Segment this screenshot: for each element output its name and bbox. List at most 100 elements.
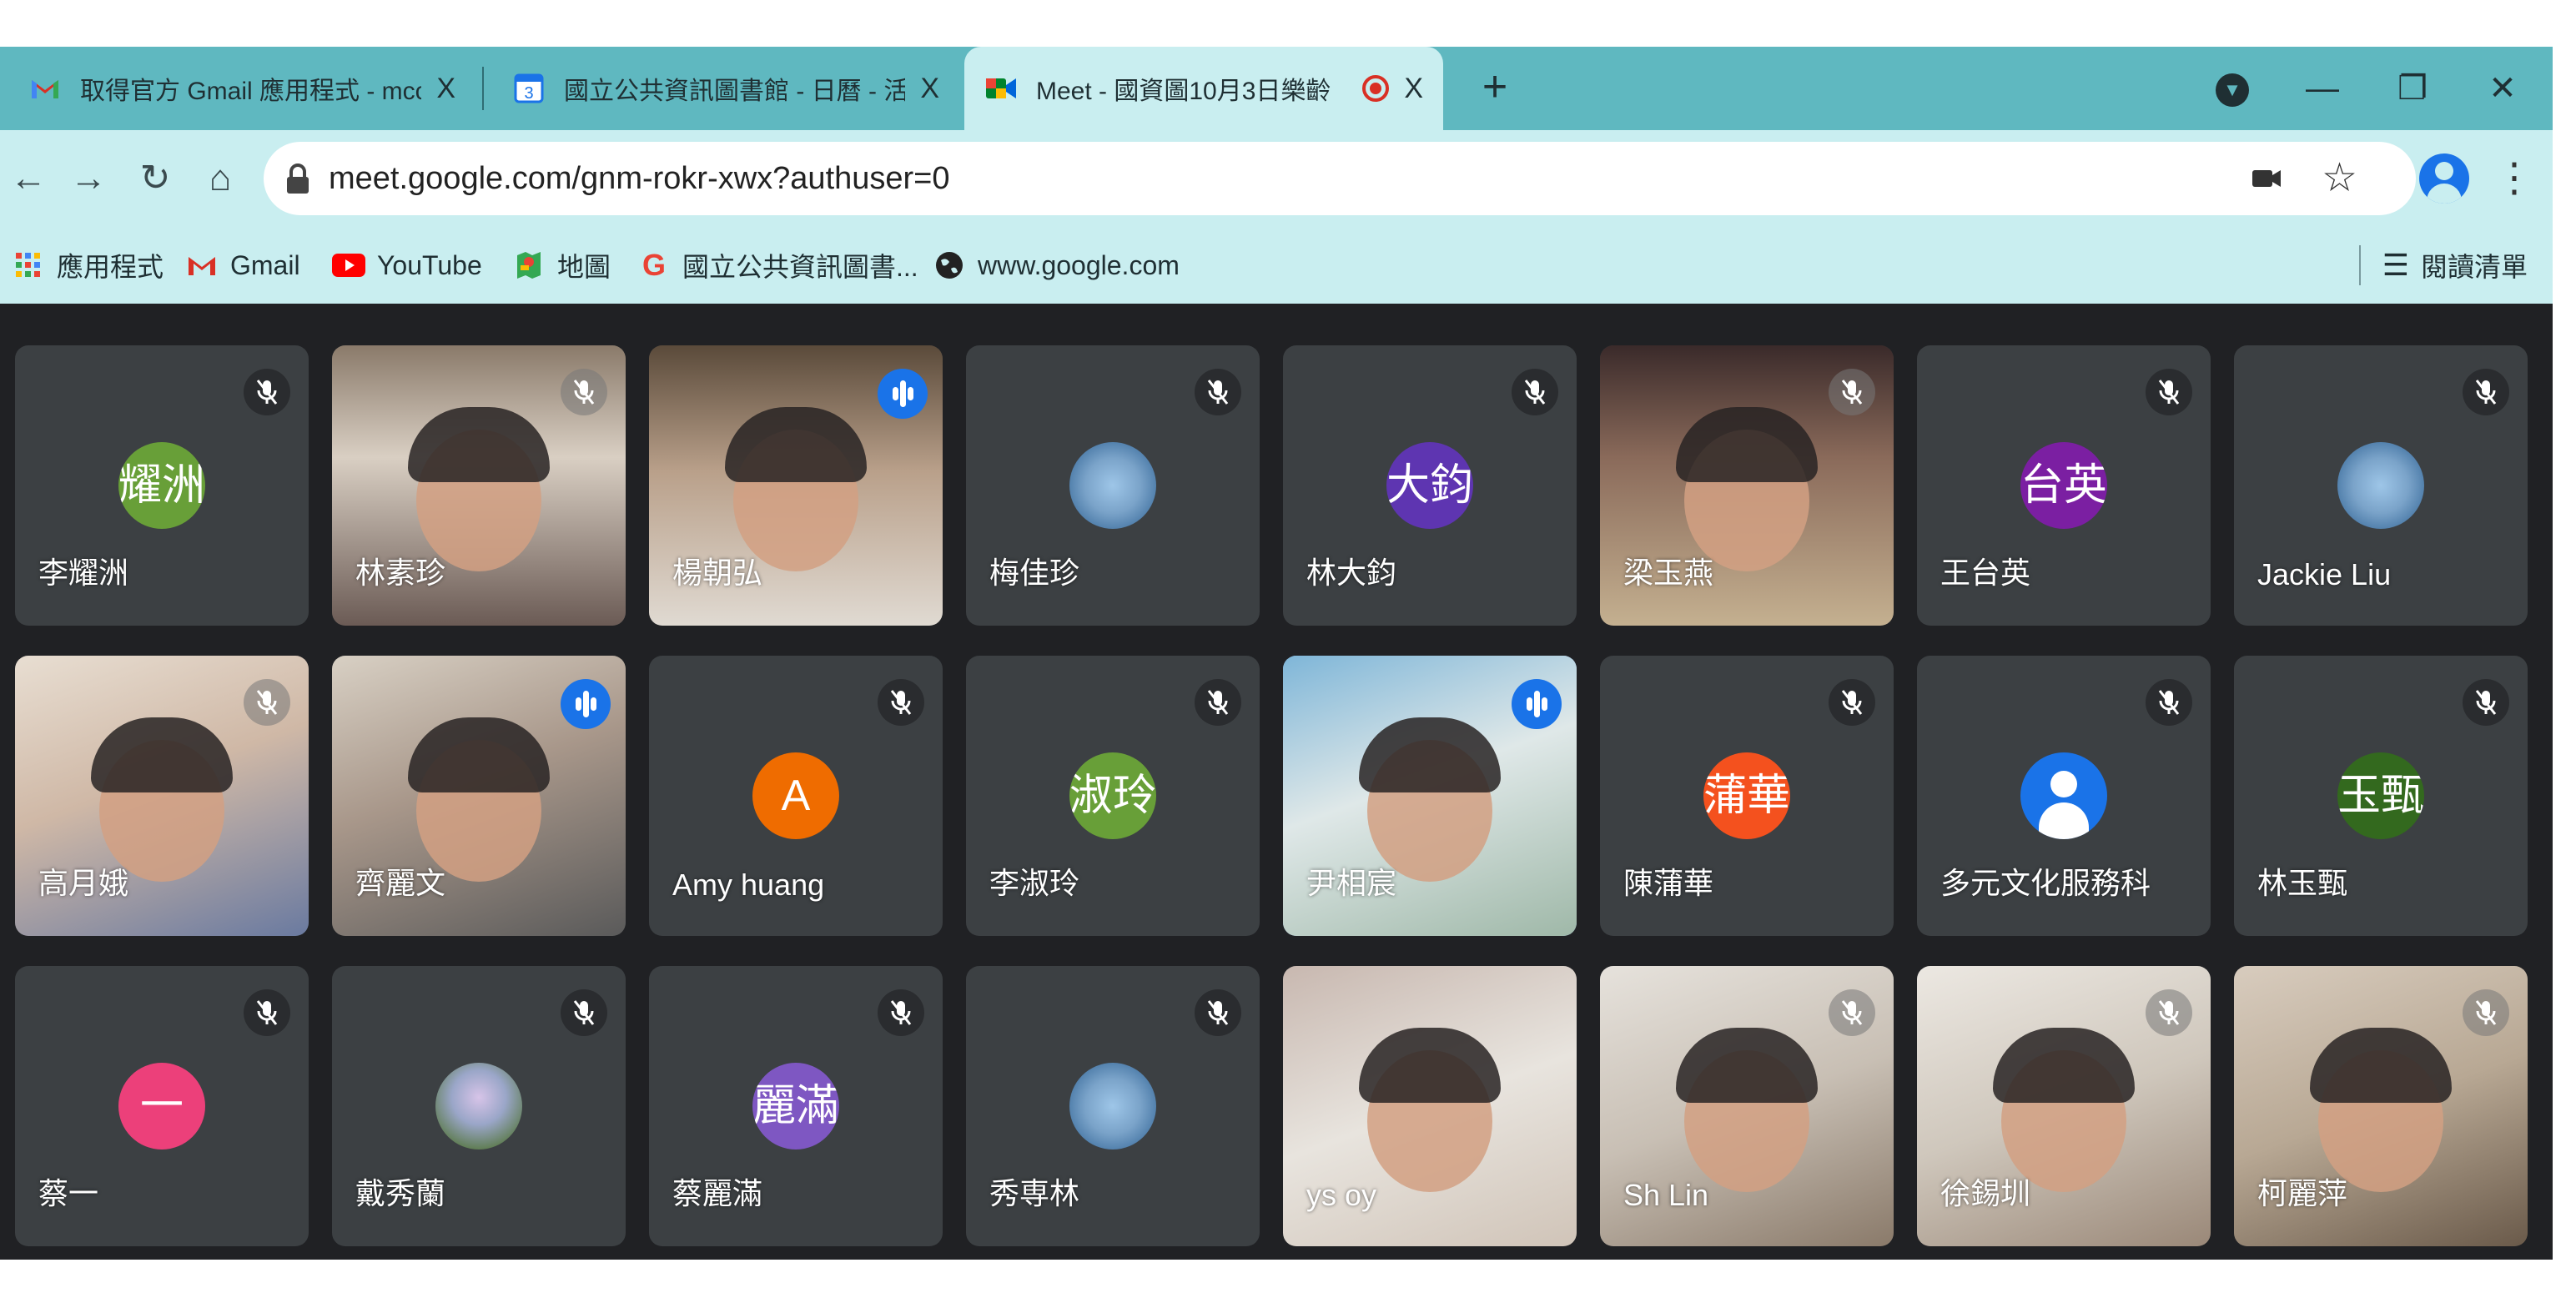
minimize-button[interactable]: — [2289,55,2356,122]
participant-name: 林素珍 [355,556,446,590]
participant-tile[interactable]: 耀洲李耀洲 [15,345,309,626]
lock-icon[interactable] [285,163,310,194]
participant-tile[interactable]: 梁玉燕 [1600,345,1894,626]
participant-tile[interactable]: 台英 王台英 [1917,345,2211,626]
close-icon[interactable]: X [436,73,455,105]
bookmark-label: Gmail [230,249,300,280]
participant-name: 林大鈞 [1306,556,1397,590]
meet-icon [984,72,1018,105]
participant-avatar [2020,752,2107,839]
participant-tile[interactable]: 尹相宸 [1283,656,1577,936]
participant-name: 陳蒲華 [1623,866,1714,900]
participant-avatar: 玉甄 [2337,752,2424,839]
restore-button[interactable]: ❐ [2379,55,2446,122]
participant-tile[interactable]: 楊朝弘 [649,345,943,626]
url-text[interactable]: meet.google.com/gnm-rokr-xwx?authuser=0 [329,142,950,215]
speaking-indicator-icon [878,369,928,419]
participant-avatar: 淑玲 [1069,752,1156,839]
mic-off-icon [561,989,607,1036]
bookmark-library[interactable]: G 國立公共資訊圖書... [637,227,918,304]
mic-off-icon [2463,989,2509,1036]
mic-off-icon [244,989,290,1036]
participant-tile[interactable]: 淑玲 李淑玲 [966,656,1260,936]
tab-gmail[interactable]: 取得官方 Gmail 應用程式 - mcc( X [8,47,475,130]
participant-tile[interactable]: 戴秀蘭 [332,966,626,1246]
participant-name: 多元文化服務科 [1940,866,2151,900]
participant-tile[interactable]: 大鈞 林大鈞 [1283,345,1577,626]
globe-icon [933,249,966,282]
bookmark-star-icon[interactable]: ☆ [2322,155,2357,202]
divider [2358,245,2361,285]
bookmark-gmail[interactable]: Gmail [185,227,300,304]
participant-name: 戴秀蘭 [355,1176,446,1210]
participant-tile[interactable]: 多元文化服務科 [1917,656,2211,936]
mic-off-icon [244,369,290,415]
participant-name: 柯麗萍 [2257,1176,2348,1210]
bookmark-maps[interactable]: 地圖 [512,227,611,304]
participant-tile[interactable]: Sh Lin [1600,966,1894,1246]
mic-off-icon [1195,679,1241,726]
youtube-icon [332,249,365,282]
recording-icon [1362,75,1390,102]
mic-off-icon [2463,369,2509,415]
meet-participant-grid: 耀洲 李耀洲 林素珍 楊朝弘 梅佳珍 大鈞 林大鈞 梁玉燕 台英 王台英 Jackie Liu 高月娥… [0,304,2553,1260]
camera-in-use-icon[interactable] [2249,160,2286,197]
participant-tile[interactable]: 一蔡一 [15,966,309,1246]
participant-tile[interactable]: 梅佳珍 [966,345,1260,626]
participant-tile[interactable]: 林素珍 [332,345,626,626]
participant-name: 楊朝弘 [672,556,763,590]
participant-name: Jackie Liu [2257,557,2392,591]
address-bar[interactable]: meet.google.com/gnm-rokr-xwx?authuser=0 … [264,142,2416,215]
tab-strip: 取得官方 Gmail 應用程式 - mcc( X 3 國立公共資訊圖書館 - 日… [0,47,2553,130]
mic-off-icon [2463,679,2509,726]
bookmark-youtube[interactable]: YouTube [332,227,482,304]
participant-tile[interactable]: 齊麗文 [332,656,626,936]
tab-meet[interactable]: Meet - 國資圖10月3日樂齡 X [964,47,1443,130]
speaking-indicator-icon [561,679,611,729]
participant-avatar [1069,442,1156,529]
tab-search-icon[interactable]: ▼ [2199,55,2266,122]
participant-tile[interactable]: 蒲華 陳蒲華 [1600,656,1894,936]
participant-name: 高月娥 [38,866,129,900]
participant-tile[interactable]: 麗滿 蔡麗滿 [649,966,943,1246]
participant-avatar: 一 [118,1063,205,1150]
tab-title: Meet - 國資圖10月3日樂齡 [1036,78,1331,105]
participant-avatar: 台英 [2020,442,2107,529]
browser-chrome: 取得官方 Gmail 應用程式 - mcc( X 3 國立公共資訊圖書館 - 日… [0,47,2553,304]
close-icon[interactable]: X [1404,73,1423,105]
reload-button[interactable]: ↻ [130,153,180,204]
chrome-menu-icon[interactable]: ⋮ [2494,150,2534,207]
close-icon[interactable]: X [920,73,939,105]
tab-calendar[interactable]: 3 國立公共資訊圖書館 - 日曆 - 活動 X [492,47,959,130]
participant-name: 梅佳珍 [989,556,1080,590]
participant-tile[interactable]: Jackie Liu [2234,345,2528,626]
reading-list-icon: ☰ [2382,248,2409,282]
bookmark-google[interactable]: www.google.com [933,227,1180,304]
participant-tile[interactable]: 秀専林 [966,966,1260,1246]
calendar-icon: 3 [512,72,546,105]
window-close-button[interactable]: ✕ [2469,55,2536,122]
new-tab-button[interactable]: + [1468,62,1522,115]
home-button[interactable]: ⌂ [195,153,245,204]
participant-tile[interactable]: 徐錫圳 [1917,966,2211,1246]
participant-avatar: A [752,752,839,839]
gmail-icon [185,249,219,282]
back-button[interactable]: ← [3,153,53,204]
speaking-indicator-icon [1512,679,1562,729]
bookmark-apps[interactable]: 應用程式 [12,227,164,304]
participant-tile[interactable]: 玉甄 林玉甄 [2234,656,2528,936]
participant-avatar: 耀洲 [118,442,205,529]
reading-list-label: 閱讀清單 [2420,252,2528,282]
participant-name: 李耀洲 [38,556,129,590]
mic-off-icon [1195,369,1241,415]
profile-avatar[interactable] [2419,153,2469,204]
participant-avatar: 麗滿 [752,1063,839,1150]
participant-tile[interactable]: A Amy huang [649,656,943,936]
participant-tile[interactable]: 高月娥 [15,656,309,936]
reading-list-button[interactable]: ☰ 閱讀清單 [2358,227,2528,304]
participant-tile[interactable]: ys oy [1283,966,1577,1246]
participant-tile[interactable]: 柯麗萍 [2234,966,2528,1246]
forward-button[interactable]: → [63,153,113,204]
bookmark-label: 國立公共資訊圖書... [682,252,918,282]
participant-name: 梁玉燕 [1623,556,1714,590]
